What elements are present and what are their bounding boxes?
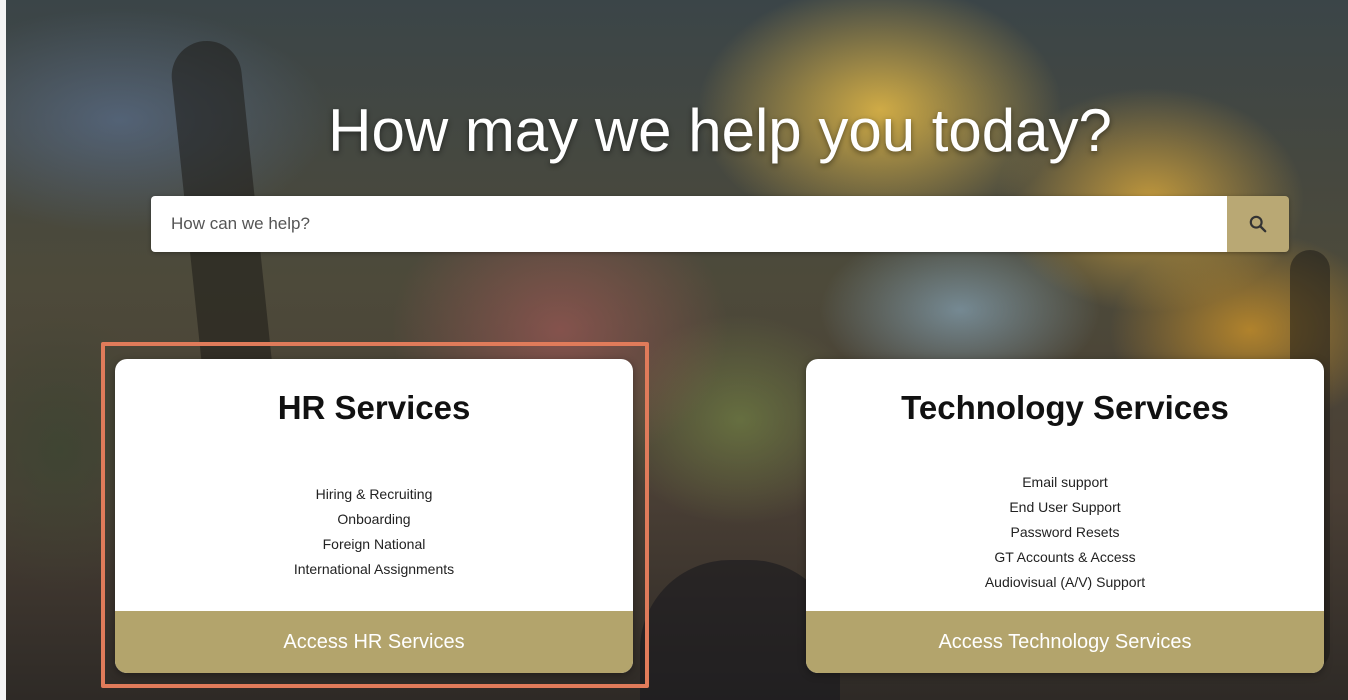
search-bar [151, 196, 1289, 252]
card-title: HR Services [277, 389, 471, 426]
list-item: End User Support [1009, 499, 1121, 515]
list-item: Onboarding [337, 511, 411, 527]
list-item: Email support [1022, 474, 1108, 490]
access-technology-services-button[interactable]: Access Technology Services [806, 611, 1324, 673]
list-item: International Assignments [293, 561, 455, 577]
list-item: Password Resets [1010, 524, 1120, 540]
list-item: Audiovisual (A/V) Support [984, 574, 1146, 590]
search-icon [1249, 215, 1267, 233]
list-item: Foreign National [322, 536, 426, 552]
access-hr-services-button[interactable]: Access HR Services [115, 611, 633, 673]
hr-services-list: Hiring & Recruiting Onboarding Foreign N… [115, 482, 633, 582]
technology-services-list: Email support End User Support Password … [806, 470, 1324, 595]
search-button[interactable] [1227, 196, 1289, 252]
list-item: GT Accounts & Access [994, 549, 1136, 565]
search-input[interactable] [151, 196, 1227, 252]
card-title: Technology Services [901, 389, 1229, 426]
technology-services-card: Technology Services Email support End Us… [806, 359, 1324, 673]
list-item: Hiring & Recruiting [315, 486, 433, 502]
page-headline: How may we help you today? [328, 97, 1112, 164]
hr-services-card: HR Services Hiring & Recruiting Onboardi… [115, 359, 633, 673]
